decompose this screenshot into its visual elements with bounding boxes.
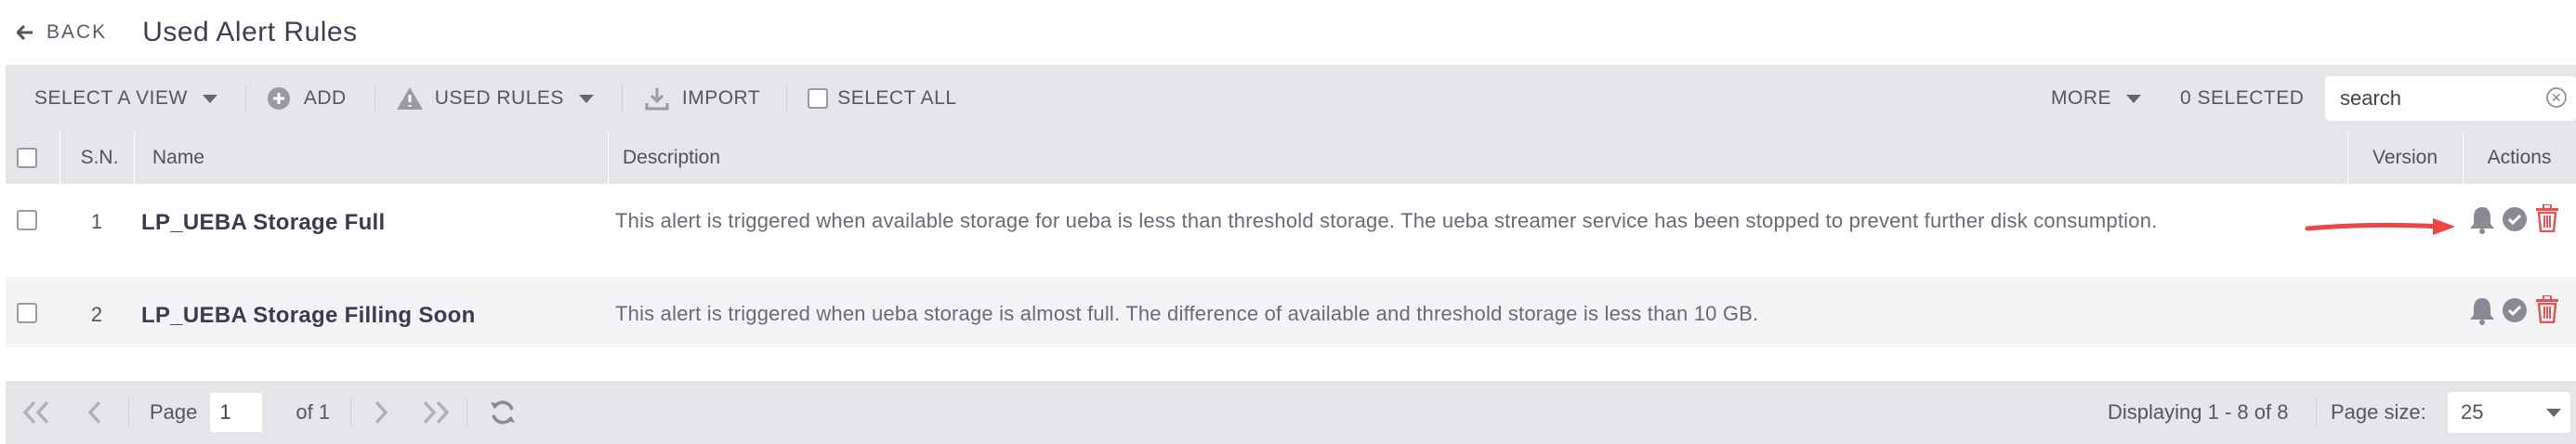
previous-page-button[interactable] — [84, 400, 106, 424]
column-header-sn[interactable]: S.N. — [59, 132, 139, 184]
notify-bell-button[interactable] — [2468, 295, 2496, 330]
add-label: ADD — [303, 87, 347, 109]
checkbox-icon — [808, 88, 829, 109]
top-bar: BACK Used Alert Rules — [0, 0, 2576, 65]
back-label: BACK — [46, 21, 108, 43]
toolbar: SELECT A VIEW ADD USED RULES IMPORT SELE… — [6, 65, 2576, 132]
row-sn: 2 — [90, 303, 103, 326]
column-divider — [608, 132, 609, 184]
more-dropdown[interactable]: MORE — [2051, 65, 2141, 132]
used-rules-dropdown[interactable]: USED RULES — [375, 65, 622, 132]
rule-description: This alert is triggered when available s… — [615, 209, 2158, 232]
import-icon — [645, 88, 669, 111]
page-title: Used Alert Rules — [142, 17, 358, 47]
rule-name[interactable]: LP_UEBA Storage Full — [141, 210, 385, 236]
arrow-left-icon — [17, 25, 33, 40]
select-all-rows-checkbox[interactable] — [17, 148, 37, 168]
row-checkbox[interactable] — [17, 303, 37, 323]
bell-icon — [2470, 298, 2494, 325]
warning-icon — [396, 87, 423, 110]
caret-down-icon — [202, 94, 217, 103]
page-label: Page — [150, 400, 198, 424]
add-button[interactable]: ADD — [246, 65, 375, 132]
more-label: MORE — [2051, 87, 2111, 109]
rule-name[interactable]: LP_UEBA Storage Filling Soon — [141, 303, 476, 329]
select-all-label: SELECT ALL — [837, 87, 957, 109]
displaying-count: Displaying 1 - 8 of 8 — [2108, 400, 2289, 424]
pagination-bar: Page of 1 Displaying 1 - 8 of 8 Page siz… — [6, 381, 2576, 444]
page-number-input[interactable] — [210, 393, 263, 432]
selected-count: 0 SELECTED — [2180, 87, 2305, 109]
caret-down-icon — [578, 94, 594, 103]
page-size-select[interactable]: 25 — [2448, 392, 2570, 433]
column-header-description[interactable]: Description — [623, 132, 720, 184]
row-checkbox-cell — [17, 303, 37, 323]
annotation-arrow — [2305, 217, 2468, 241]
last-page-button[interactable] — [416, 400, 453, 424]
row-checkbox[interactable] — [17, 210, 37, 230]
check-circle-icon — [2503, 298, 2527, 322]
delete-button[interactable] — [2535, 203, 2559, 237]
page-total: of 1 — [296, 400, 331, 424]
delete-button[interactable] — [2535, 294, 2559, 328]
back-button[interactable]: BACK — [17, 21, 107, 44]
refresh-icon — [491, 400, 516, 424]
rule-description: This alert is triggered when ueba storag… — [615, 302, 1759, 325]
plus-circle-icon — [267, 87, 290, 110]
trash-icon — [2536, 294, 2558, 324]
pagination-divider — [2316, 398, 2317, 426]
search-input[interactable] — [2338, 85, 2528, 111]
check-circle-icon — [2503, 207, 2527, 231]
column-header-version[interactable]: Version — [2347, 132, 2463, 184]
chevron-left-icon — [87, 400, 101, 424]
row-checkbox-cell — [17, 210, 37, 230]
table-row[interactable]: 1 LP_UEBA Storage Full This alert is tri… — [6, 184, 2576, 277]
select-view-label: SELECT A VIEW — [34, 87, 188, 109]
double-chevron-left-icon — [22, 400, 49, 424]
notify-bell-button[interactable] — [2468, 204, 2496, 239]
table-row[interactable]: 2 LP_UEBA Storage Filling Soon This aler… — [6, 277, 2576, 347]
caret-down-icon — [2546, 409, 2561, 417]
page-size-label: Page size: — [2331, 400, 2426, 424]
refresh-button[interactable] — [488, 398, 518, 426]
search-box: ✕ — [2325, 76, 2576, 121]
row-sn: 1 — [90, 210, 103, 233]
clear-search-icon[interactable]: ✕ — [2546, 87, 2567, 108]
import-button[interactable]: IMPORT — [623, 65, 786, 132]
caret-down-icon — [2126, 94, 2141, 103]
pagination-divider — [128, 398, 129, 426]
bell-icon — [2470, 207, 2494, 234]
double-chevron-right-icon — [423, 400, 450, 424]
column-header-actions: Actions — [2487, 147, 2552, 168]
table-header: S.N. Name Description Version Actions — [6, 132, 2576, 184]
activate-rule-button[interactable] — [2502, 297, 2528, 328]
import-label: IMPORT — [681, 87, 761, 109]
select-view-dropdown[interactable]: SELECT A VIEW — [6, 65, 245, 132]
first-page-button[interactable] — [19, 400, 56, 424]
column-divider — [134, 132, 135, 184]
chevron-right-icon — [375, 400, 388, 424]
column-header-name[interactable]: Name — [152, 132, 204, 184]
activate-rule-button[interactable] — [2502, 206, 2528, 237]
trash-icon — [2536, 203, 2558, 233]
header-checkbox-cell — [17, 132, 41, 184]
pagination-divider — [350, 398, 352, 426]
page-size-value: 25 — [2461, 400, 2484, 424]
select-all-checkbox[interactable]: SELECT ALL — [787, 65, 956, 132]
used-rules-label: USED RULES — [434, 87, 564, 109]
next-page-button[interactable] — [370, 400, 392, 424]
